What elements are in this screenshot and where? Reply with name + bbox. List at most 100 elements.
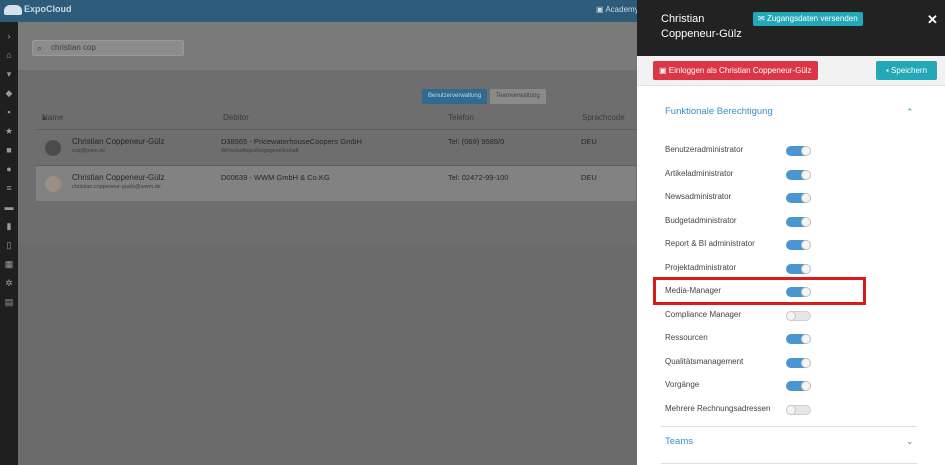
toggle-knob xyxy=(801,263,811,274)
search-icon: ⌕ xyxy=(37,43,43,53)
academy-link[interactable]: ▣ Academy xyxy=(596,5,639,14)
toggle-knob xyxy=(801,240,811,250)
column-debitor[interactable]: Debitor xyxy=(223,113,249,122)
permission-label: Benutzeradministrator xyxy=(665,145,744,154)
close-icon[interactable]: ✕ xyxy=(927,12,938,28)
login-icon: ▣ xyxy=(659,66,667,75)
sitemap-icon[interactable]: ▪ xyxy=(0,104,18,120)
cart-icon[interactable]: ▾ xyxy=(0,66,18,82)
permission-label: Vorgänge xyxy=(665,380,700,389)
main-area: ⌕ christian cop Benutzerverwaltung Teamve… xyxy=(18,22,637,465)
row-debitor-sub: Wirtschaftsprüfungsgesellschaft xyxy=(221,148,299,154)
permission-toggle[interactable] xyxy=(786,169,811,180)
toggle-knob xyxy=(801,357,811,368)
permission-toggle[interactable] xyxy=(786,146,811,156)
tab-teamverwaltung[interactable]: Teamverwaltung xyxy=(490,89,546,104)
divider xyxy=(661,463,917,464)
row-debitor: D38565 - PricewaterhouseCoopers GmbH xyxy=(221,137,362,146)
permission-label: Artikeladministrator xyxy=(665,168,734,178)
send-credentials-button[interactable]: ✉ Zugangsdaten versenden xyxy=(753,12,863,26)
avatar xyxy=(45,176,61,192)
chart-icon[interactable]: ▮ xyxy=(0,218,18,234)
panel-header: Christian Coppeneur-Gülz ✉ Zugangsdaten … xyxy=(637,0,945,56)
table-row[interactable]: Christian Coppeneur-Gülz christian.coppe… xyxy=(36,165,636,201)
permission-label: Qualitätsmanagement xyxy=(665,356,744,366)
toggle-knob xyxy=(801,193,811,203)
permission-toggle[interactable] xyxy=(786,310,811,321)
save-label: Speichern xyxy=(891,66,928,75)
permission-label: Budgetadministrator xyxy=(665,215,737,225)
permission-label: Newsadministrator xyxy=(665,192,732,201)
folder-icon[interactable]: ▬ xyxy=(0,199,18,215)
send-credentials-label: Zugangsdaten versenden xyxy=(766,14,858,23)
row-sprachcode: DEU xyxy=(581,137,597,146)
brand-logo[interactable]: ExpoCloud xyxy=(4,4,72,15)
permission-toggle[interactable] xyxy=(786,263,811,274)
globe-icon[interactable]: ● xyxy=(0,161,18,177)
permission-label: Compliance Manager xyxy=(665,309,742,319)
divider xyxy=(661,426,917,427)
toggle-knob xyxy=(801,216,811,227)
chevron-down-icon[interactable]: ⌄ xyxy=(906,436,914,447)
row-telefon: Tel: (069) 9585/0 xyxy=(448,137,505,146)
view-tabs: Benutzerverwaltung Teamverwaltung xyxy=(422,84,549,104)
list-icon[interactable]: ≡ xyxy=(0,180,18,196)
search-bar: ⌕ christian cop xyxy=(18,22,637,70)
row-telefon: Tel: 02472-99-100 xyxy=(448,173,509,182)
permission-label: Ressourcen xyxy=(665,333,708,342)
permission-label: Mehrere Rechnungsadressen xyxy=(665,403,771,413)
permission-toggle[interactable] xyxy=(786,334,811,344)
login-as-button[interactable]: ▣ Einloggen als Christian Coppeneur-Gülz xyxy=(653,61,818,80)
action-bar: ▣ Einloggen als Christian Coppeneur-Gülz… xyxy=(637,56,945,86)
permission-toggle[interactable] xyxy=(786,193,811,203)
permission-toggle[interactable] xyxy=(786,404,811,415)
row-email: christian.coppeneur-guelz@wwm.de xyxy=(72,184,161,190)
highlight-box xyxy=(653,277,866,305)
column-telefon[interactable]: Telefon xyxy=(448,113,474,122)
academy-label: Academy xyxy=(605,5,639,14)
permission-toggle[interactable] xyxy=(786,240,811,250)
permission-toggle[interactable] xyxy=(786,357,811,368)
toggle-knob xyxy=(801,169,811,180)
save-button[interactable]: ▪ Speichern xyxy=(876,61,937,80)
toggle-knob xyxy=(801,334,811,344)
row-sprachcode: DEU xyxy=(581,173,597,182)
toggle-knob xyxy=(786,310,796,321)
section-teams-title[interactable]: Teams xyxy=(665,436,693,447)
cloud-icon xyxy=(4,4,22,15)
row-name: Christian Coppeneur-Gülz xyxy=(72,173,165,182)
box-icon[interactable]: ■ xyxy=(0,142,18,158)
toggle-knob xyxy=(801,381,811,391)
toggle-knob xyxy=(801,146,811,156)
table-row[interactable]: Christian Coppeneur-Gülz ccp@pwm.de D385… xyxy=(36,129,636,165)
clipboard-icon[interactable]: ▯ xyxy=(0,237,18,253)
home-icon[interactable]: ⌂ xyxy=(0,47,18,63)
permission-toggle[interactable] xyxy=(786,381,811,391)
column-sprachcode[interactable]: Sprachcode xyxy=(582,113,625,122)
search-value: christian cop xyxy=(51,43,96,52)
expand-icon[interactable]: › xyxy=(0,28,18,44)
login-as-label: Einloggen als Christian Coppeneur-Gülz xyxy=(668,66,812,75)
calendar-icon[interactable]: ▦ xyxy=(0,256,18,272)
star-icon[interactable]: ★ xyxy=(0,123,18,139)
permission-label: Report & BI administrator xyxy=(665,239,755,248)
search-input[interactable]: ⌕ christian cop xyxy=(32,40,184,56)
section-functional-title[interactable]: Funktionale Berechtigung xyxy=(665,106,773,117)
sidebar-rail: › ⌂ ▾ ◆ ▪ ★ ■ ● ≡ ▬ ▮ ▯ ▦ ✲ ▤ xyxy=(0,0,18,465)
user-detail-panel: Christian Coppeneur-Gülz ✉ Zugangsdaten … xyxy=(637,0,945,465)
user-list: Benutzerverwaltung Teamverwaltung Name ▴ … xyxy=(18,70,637,244)
permission-toggle[interactable] xyxy=(786,216,811,227)
document-icon[interactable]: ▤ xyxy=(0,294,18,310)
permission-label: Projektadministrator xyxy=(665,262,737,272)
tab-benutzerverwaltung[interactable]: Benutzerverwaltung xyxy=(422,89,488,104)
gear-icon[interactable]: ✲ xyxy=(0,275,18,291)
envelope-icon: ✉ xyxy=(758,14,765,23)
tag-icon[interactable]: ◆ xyxy=(0,85,18,101)
brand-name: ExpoCloud xyxy=(24,4,72,14)
chevron-up-icon[interactable]: ⌃ xyxy=(906,107,914,118)
avatar xyxy=(45,140,61,156)
floppy-icon: ▪ xyxy=(885,66,889,75)
sort-up-icon: ▴ xyxy=(42,113,47,122)
top-bar: ExpoCloud ▣ Academy xyxy=(0,0,639,22)
panel-user-name: Christian Coppeneur-Gülz xyxy=(661,13,742,40)
